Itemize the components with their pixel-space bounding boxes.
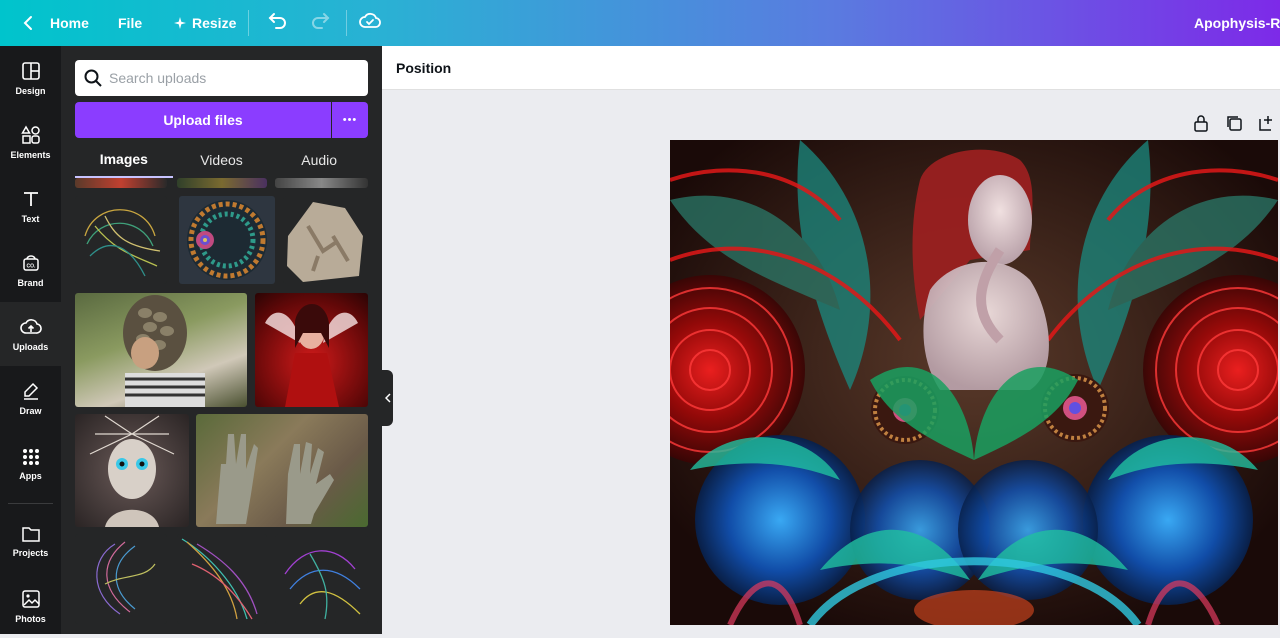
undo-button[interactable] — [266, 9, 290, 36]
toolbar-divider — [346, 10, 347, 36]
upload-files-button[interactable]: Upload files — [75, 102, 331, 138]
add-page-icon — [1259, 116, 1272, 131]
rail-item-apps[interactable]: Apps — [0, 432, 61, 496]
upload-thumbnail[interactable] — [177, 534, 267, 624]
lock-icon — [1194, 115, 1208, 132]
tab-audio[interactable]: Audio — [270, 142, 368, 178]
upload-files-label: Upload files — [163, 112, 243, 128]
cloud-check-icon — [359, 12, 381, 28]
search-input[interactable]: Search uploads — [75, 60, 368, 96]
rail-label: Photos — [15, 613, 46, 624]
more-dots-icon: ••• — [342, 114, 358, 126]
fractal-artwork-image — [670, 140, 1278, 625]
search-icon — [84, 69, 102, 87]
tab-label: Images — [99, 151, 148, 167]
redo-button[interactable] — [308, 9, 332, 36]
draw-icon — [23, 382, 38, 400]
rail-label: Apps — [19, 470, 42, 481]
rail-label: Uploads — [12, 341, 49, 352]
tab-label: Videos — [200, 152, 243, 168]
sparkle-icon — [174, 17, 186, 29]
toolbar-divider — [248, 10, 249, 36]
rail-label: Draw — [19, 405, 42, 416]
rail-label: Text — [21, 213, 40, 224]
brand-icon: CO. — [22, 254, 39, 271]
upload-thumbnail[interactable] — [179, 196, 275, 284]
rail-item-design[interactable]: Design — [0, 46, 61, 110]
apps-icon — [22, 448, 39, 465]
rail-label: Elements — [10, 149, 51, 160]
lock-page-button[interactable] — [1192, 114, 1210, 137]
undo-icon — [268, 13, 286, 29]
home-label: Home — [50, 15, 89, 31]
design-icon — [21, 61, 40, 80]
left-rail: Design Elements Text CO. Brand Uploads D… — [0, 46, 61, 634]
chevron-left-icon — [384, 393, 391, 403]
elements-icon — [20, 125, 40, 144]
uploads-icon — [19, 318, 42, 334]
projects-icon — [21, 526, 40, 542]
upload-thumbnail[interactable] — [75, 196, 167, 284]
rail-item-text[interactable]: Text — [0, 174, 61, 238]
more-options-button[interactable]: ••• — [332, 102, 368, 138]
rail-label: Projects — [12, 547, 49, 558]
rail-item-elements[interactable]: Elements — [0, 110, 61, 174]
rail-divider — [8, 503, 53, 504]
redo-icon — [312, 13, 330, 29]
media-tabs: Images Videos Audio — [75, 142, 368, 178]
save-status-button[interactable] — [358, 9, 382, 36]
home-button[interactable]: Home — [20, 14, 89, 32]
upload-thumbnail[interactable] — [255, 293, 368, 407]
search-placeholder: Search uploads — [109, 70, 207, 86]
resize-button[interactable]: Resize — [174, 15, 236, 31]
document-title[interactable]: Apophysis-Re — [1194, 15, 1280, 31]
tab-images[interactable]: Images — [75, 142, 173, 178]
photos-icon — [21, 589, 40, 608]
rail-label: Design — [15, 85, 46, 96]
rail-item-projects[interactable]: Projects — [0, 509, 61, 573]
tab-label: Audio — [301, 152, 338, 168]
upload-thumbnail[interactable] — [275, 534, 368, 624]
duplicate-icon — [1227, 116, 1242, 131]
collapse-panel-button[interactable] — [382, 370, 393, 426]
upload-thumbnail[interactable] — [283, 196, 368, 284]
upload-thumbnail[interactable] — [75, 293, 247, 407]
upload-thumbnail[interactable] — [177, 178, 267, 188]
resize-label: Resize — [192, 15, 237, 31]
rail-item-draw[interactable]: Draw — [0, 366, 61, 430]
context-toolbar: Position — [382, 46, 1280, 90]
rail-item-photos[interactable]: Photos — [0, 574, 61, 638]
file-label: File — [118, 15, 143, 31]
upload-thumbnail[interactable] — [196, 414, 368, 527]
file-menu-button[interactable]: File — [118, 15, 142, 31]
top-bar: Home File Resize Apophysis-Re — [0, 0, 1280, 46]
upload-thumbnail[interactable] — [75, 178, 167, 188]
design-canvas[interactable] — [670, 140, 1278, 625]
tab-videos[interactable]: Videos — [173, 142, 271, 178]
add-page-button[interactable] — [1257, 114, 1275, 137]
uploads-panel: Search uploads Upload files ••• Images V… — [61, 46, 382, 634]
rail-item-uploads[interactable]: Uploads — [0, 302, 61, 366]
duplicate-page-button[interactable] — [1225, 114, 1243, 137]
chevron-left-icon — [23, 16, 32, 30]
rail-item-brand[interactable]: CO. Brand — [0, 238, 61, 302]
upload-thumbnail[interactable] — [75, 414, 189, 527]
upload-thumbnail[interactable] — [275, 178, 368, 188]
text-icon — [23, 191, 38, 206]
svg-text:CO.: CO. — [26, 263, 36, 269]
position-button[interactable]: Position — [396, 60, 451, 76]
upload-thumbnail[interactable] — [75, 534, 167, 624]
rail-label: Brand — [17, 277, 44, 288]
